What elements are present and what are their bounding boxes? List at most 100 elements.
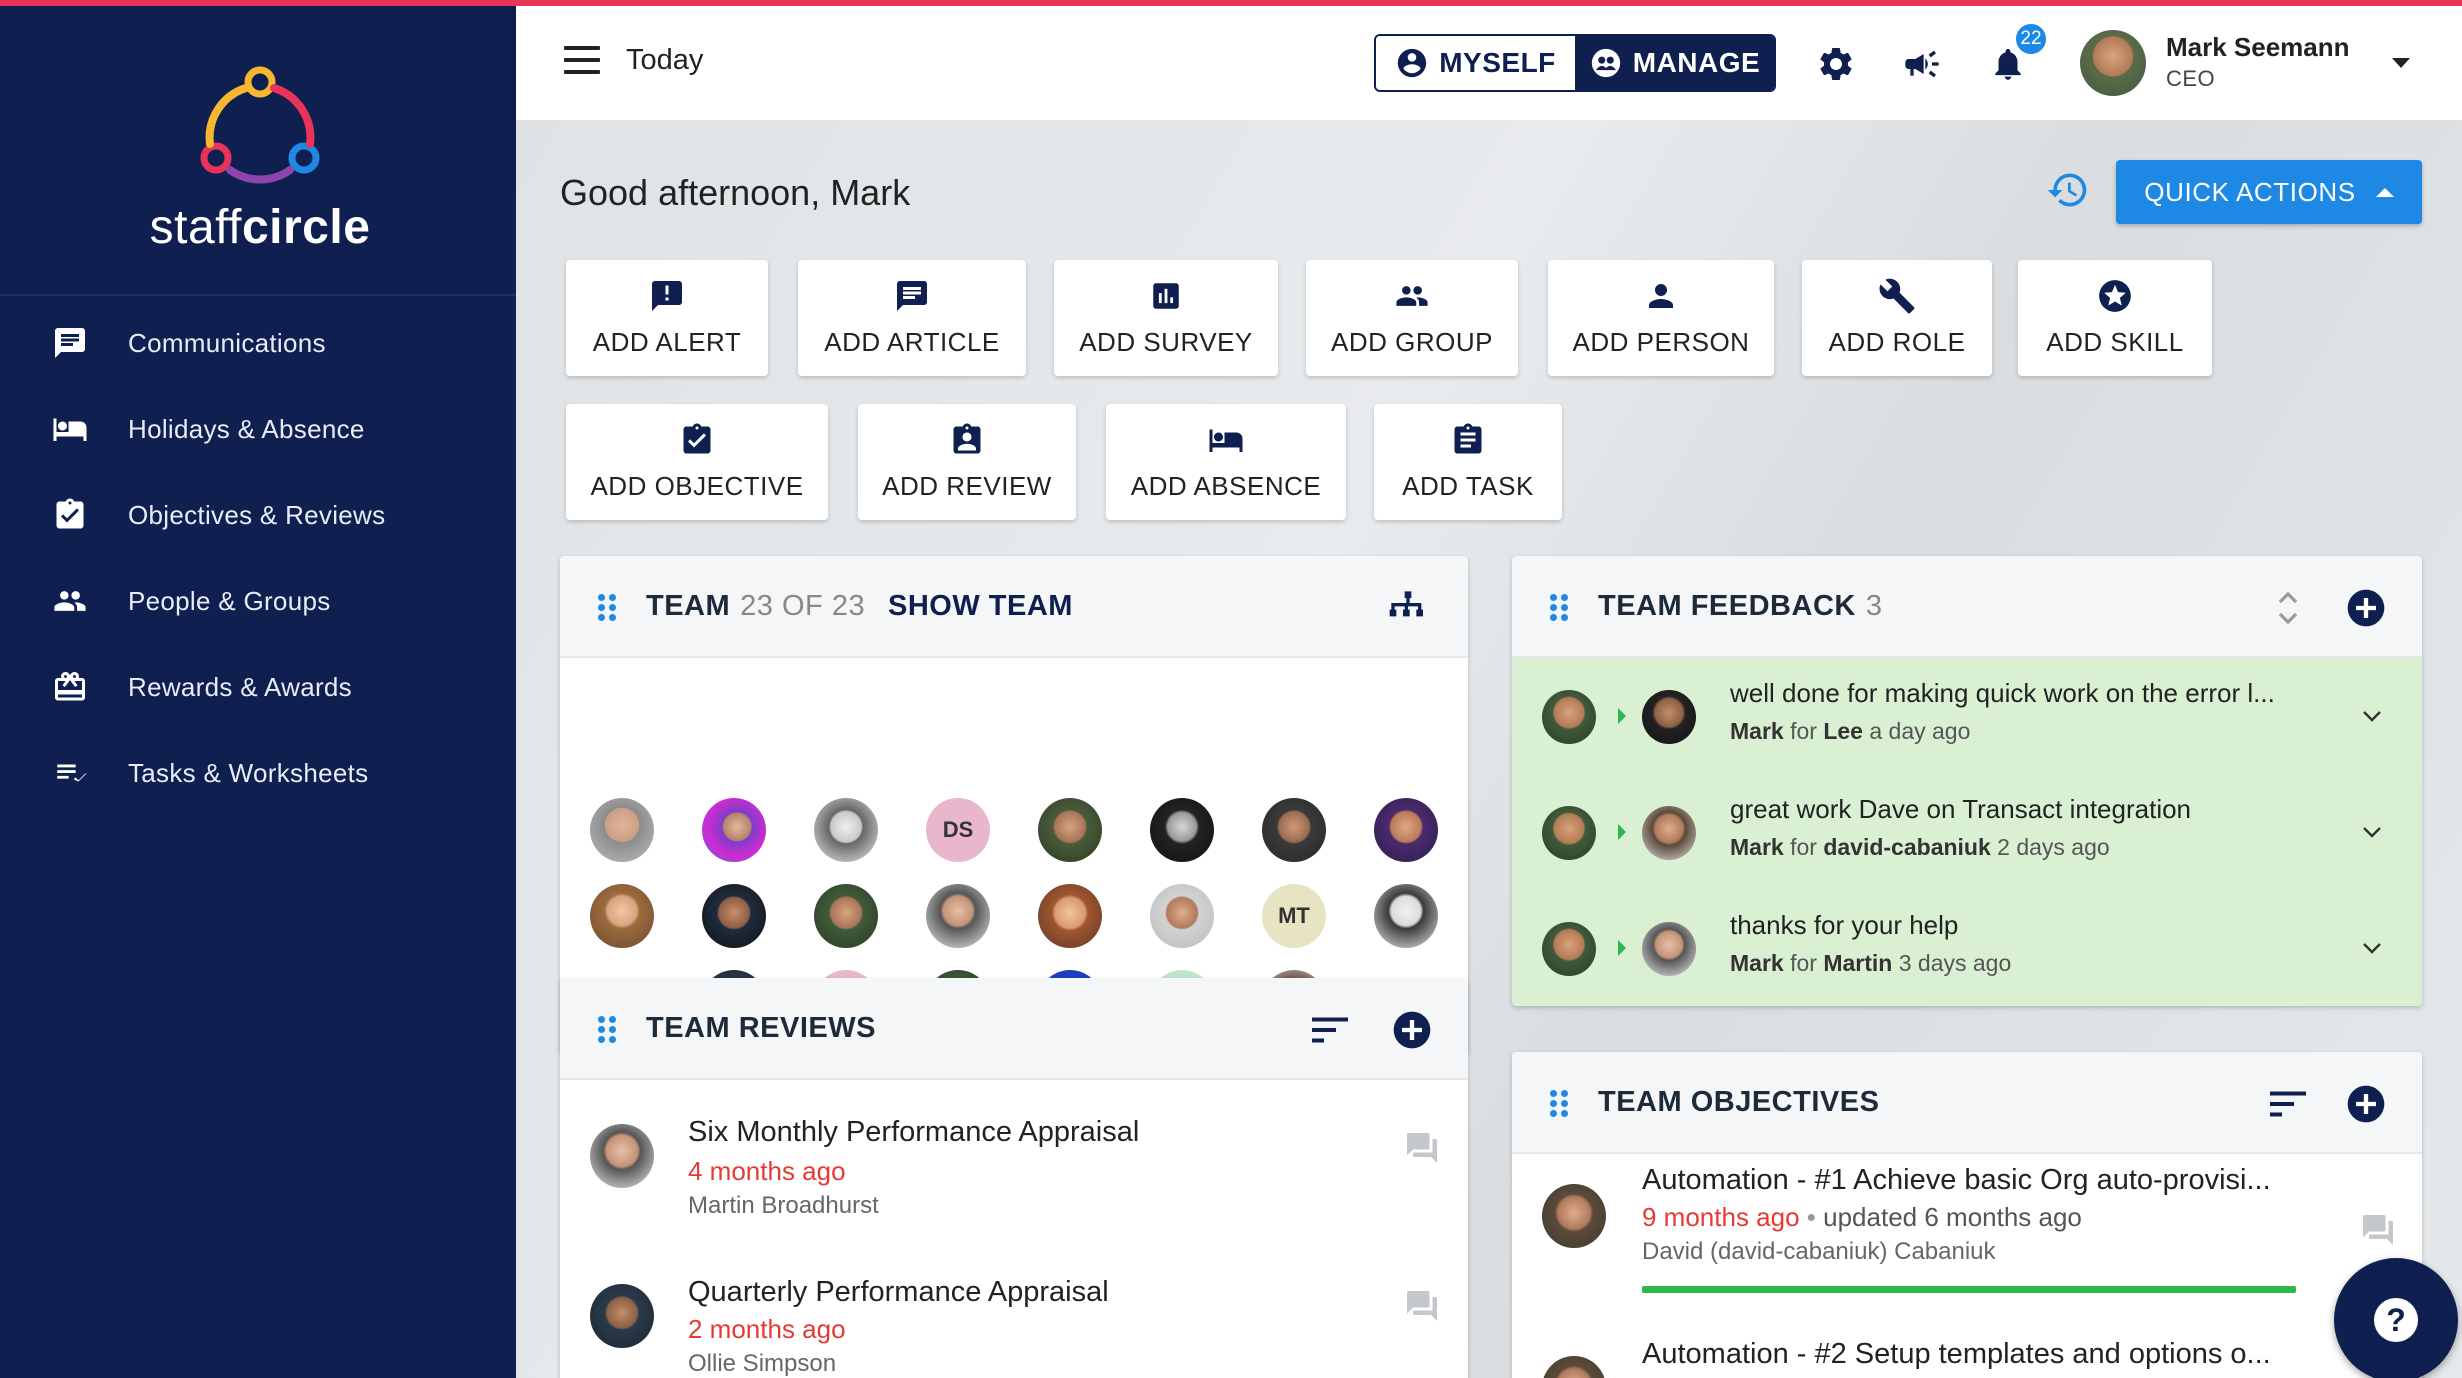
drag-handle-icon[interactable] [1550,594,1568,622]
help-button[interactable]: ? [2334,1258,2458,1378]
team-member-avatar[interactable] [1374,884,1438,948]
group-icon [1392,276,1432,316]
chevron-down-icon[interactable] [2362,710,2382,722]
drag-handle-icon[interactable] [598,594,616,622]
user-name[interactable]: Mark Seemann [2166,32,2350,63]
sort-icon[interactable] [2266,1082,2310,1126]
sidebar-item-objectives[interactable]: Objectives & Reviews [0,472,516,558]
sidebar-item-label: Holidays & Absence [128,413,365,444]
add-review-button[interactable]: ADD REVIEW [858,404,1076,520]
add-role-button[interactable]: ADD ROLE [1802,260,1992,376]
arrow-right-icon [1618,708,1626,724]
team-member-avatar[interactable] [814,798,878,862]
review-title: Six Monthly Performance Appraisal [688,1116,1140,1148]
page-title: Today [626,44,704,76]
sidebar-item-label: People & Groups [128,585,331,616]
feedback-text: thanks for your help [1730,910,1959,940]
wrench-icon [1877,276,1917,316]
comments-icon[interactable] [1402,1288,1442,1324]
sort-icon[interactable] [1308,1008,1352,1052]
team-member-avatar[interactable] [590,798,654,862]
team-member-avatar[interactable] [1038,798,1102,862]
objective-dates: 9 months ago • updated 6 months ago [1642,1202,2082,1233]
drag-handle-icon[interactable] [1550,1090,1568,1118]
add-skill-button[interactable]: ADD SKILL [2018,260,2212,376]
star-icon [2095,276,2135,316]
team-member-avatar[interactable] [1374,798,1438,862]
add-article-button[interactable]: ADD ARTICLE [798,260,1026,376]
myself-mode-button[interactable]: MYSELF [1376,36,1575,90]
team-member-avatar[interactable] [590,884,654,948]
team-member-avatar[interactable]: MT [1262,884,1326,948]
feedback-time: a day ago [1869,718,1971,744]
logo-text-light: staff [149,201,242,254]
add-alert-button[interactable]: ADD ALERT [566,260,768,376]
team-member-avatar[interactable] [1262,798,1326,862]
objective-icon [677,420,717,460]
card-title: TEAM 23 OF 23 [646,590,865,623]
add-survey-button[interactable]: ADD SURVEY [1054,260,1278,376]
feedback-item[interactable]: great work Dave on Transact integration … [1512,774,2422,890]
add-group-button[interactable]: ADD GROUP [1306,260,1518,376]
team-member-avatar[interactable] [702,884,766,948]
sidebar-item-rewards[interactable]: Rewards & Awards [0,644,516,730]
org-chart-icon[interactable] [1386,586,1430,630]
reviewee-avatar [590,1284,654,1348]
staffcircle-logo[interactable]: staffcircle [140,62,380,262]
feedback-text: well done for making quick work on the e… [1730,678,2275,708]
review-icon [947,420,987,460]
add-review-icon[interactable] [1390,1008,1434,1052]
top-accent-stripe [0,0,2462,6]
team-member-avatar[interactable] [1038,884,1102,948]
team-member-avatar[interactable] [1150,884,1214,948]
add-feedback-button[interactable] [2344,586,2388,630]
menu-icon[interactable] [564,46,600,74]
article-icon [892,276,932,316]
gear-icon[interactable] [1814,42,1858,86]
recipient-avatar [1642,922,1696,976]
user-avatar[interactable] [2080,30,2146,96]
main-content: Good afternoon, Mark QUICK ACTIONS ADD A… [516,120,2462,1378]
quick-actions-label: QUICK ACTIONS [2144,176,2356,207]
chevron-down-icon[interactable] [2362,942,2382,954]
comments-icon[interactable] [1402,1130,1442,1166]
gift-icon [50,667,90,707]
megaphone-icon[interactable] [1900,42,1944,86]
add-objective-icon[interactable] [2344,1082,2388,1126]
feedback-item[interactable]: well done for making quick work on the e… [1512,658,2422,774]
owner-avatar [1542,1184,1606,1248]
team-member-avatar[interactable] [926,884,990,948]
action-label: ADD ROLE [1828,327,1966,357]
chevron-down-icon[interactable] [2362,826,2382,838]
comments-icon[interactable] [2358,1212,2398,1248]
add-objective-button[interactable]: ADD OBJECTIVE [566,404,828,520]
team-title: TEAM [646,589,731,622]
team-member-avatar[interactable]: DS [926,798,990,862]
manage-mode-button[interactable]: MANAGE [1575,36,1774,90]
add-absence-button[interactable]: ADD ABSENCE [1106,404,1346,520]
sidebar-item-tasks[interactable]: Tasks & Worksheets [0,730,516,816]
checklist-icon [50,753,90,793]
show-team-link[interactable]: SHOW TEAM [888,590,1073,623]
action-label: ADD ABSENCE [1130,471,1322,501]
add-person-button[interactable]: ADD PERSON [1548,260,1774,376]
feedback-item[interactable]: thanks for your help Mark for Martin 3 d… [1512,890,2422,1006]
drag-handle-icon[interactable] [598,1016,616,1044]
add-task-button[interactable]: ADD TASK [1374,404,1562,520]
team-member-avatar[interactable] [814,884,878,948]
objective-title: Automation - #1 Achieve basic Org auto-p… [1642,1164,2271,1196]
sidebar-item-holidays[interactable]: Holidays & Absence [0,386,516,472]
sidebar-item-communications[interactable]: Communications [0,300,516,386]
team-member-avatar[interactable] [702,798,766,862]
quick-actions-button[interactable]: QUICK ACTIONS [2116,160,2422,224]
team-member-avatar[interactable] [1150,798,1214,862]
sidebar-item-people[interactable]: People & Groups [0,558,516,644]
history-icon[interactable] [2046,168,2090,212]
expand-collapse-icon[interactable] [2266,586,2310,630]
team-objectives-header: TEAM OBJECTIVES [1512,1052,2422,1154]
caret-down-icon[interactable] [2392,58,2410,68]
feedback-meta: Mark for david-cabaniuk 2 days ago [1730,834,2110,861]
caret-up-icon [2375,187,2394,197]
myself-label: MYSELF [1439,47,1556,78]
team-feedback-header: TEAM FEEDBACK 3 [1512,556,2422,658]
